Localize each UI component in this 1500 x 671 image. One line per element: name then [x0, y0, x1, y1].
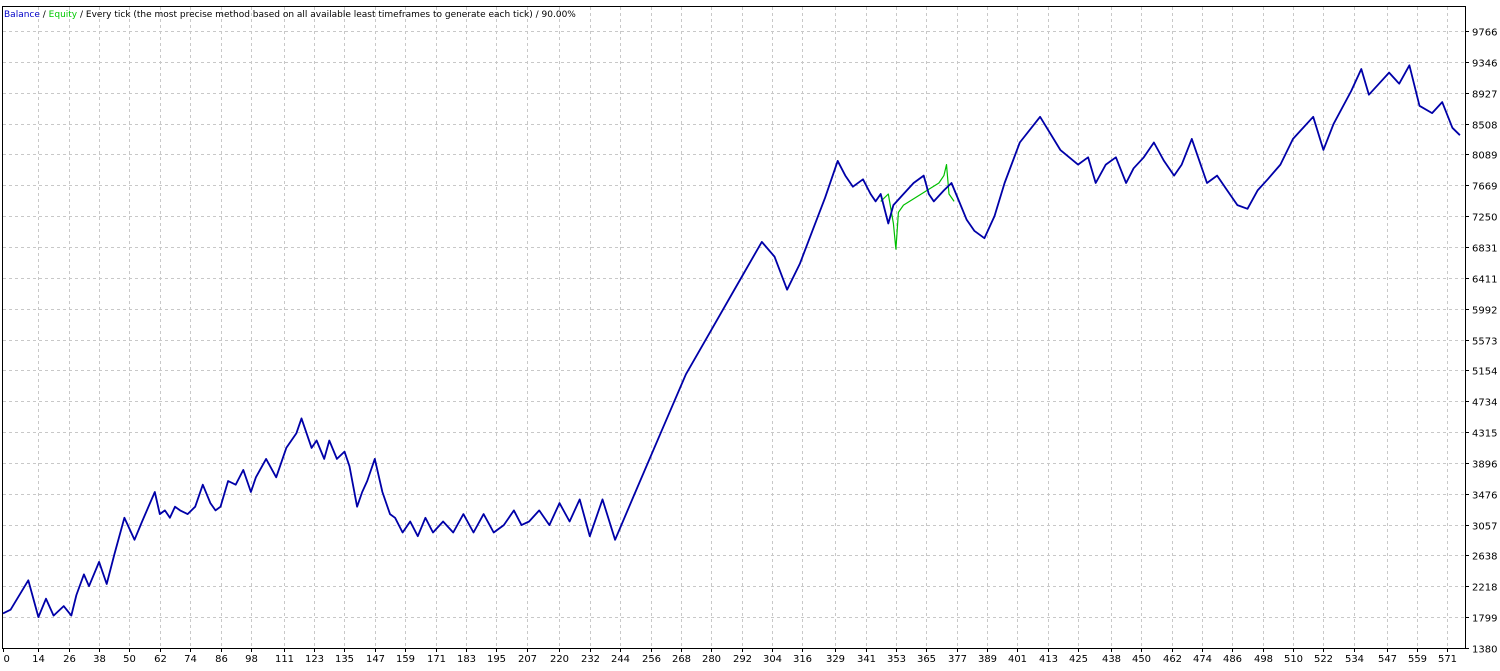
- x-tick-label: 510: [1284, 654, 1303, 665]
- x-tick-label: 425: [1069, 654, 1088, 665]
- y-tick-label: 3896: [1472, 460, 1497, 471]
- x-tick-label: 571: [1438, 654, 1457, 665]
- x-tick-label: 256: [642, 654, 661, 665]
- balance-equity-chart: 1380 1799 2218 2638 3057 3476 3896 4315 4734 5154…: [0, 0, 1500, 666]
- x-tick-label: 474: [1193, 654, 1212, 665]
- y-tick-label: 8508: [1472, 121, 1497, 132]
- x-tick-label: 147: [366, 654, 385, 665]
- x-tick-label: 498: [1254, 654, 1273, 665]
- legend-equity: Equity: [48, 10, 78, 20]
- y-tick-label: 3476: [1472, 491, 1497, 502]
- y-tick-label: 8089: [1472, 151, 1497, 162]
- x-tick-label: 341: [857, 654, 876, 665]
- y-tick-label: 4734: [1472, 398, 1497, 409]
- x-tick-label: 329: [826, 654, 845, 665]
- x-tick-label: 522: [1314, 654, 1333, 665]
- x-tick-label: 450: [1132, 654, 1151, 665]
- y-tick-label: 2638: [1472, 552, 1497, 563]
- x-tick-label: 220: [550, 654, 569, 665]
- x-tick-label: 438: [1102, 654, 1121, 665]
- x-tick-label: 62: [154, 654, 167, 665]
- x-tick-label: 462: [1163, 654, 1182, 665]
- x-tick-label: 304: [763, 654, 782, 665]
- x-tick-label: 183: [457, 654, 476, 665]
- legend-separator: /: [39, 10, 49, 20]
- chart-svg: 1380179922182638305734763896431547345154…: [0, 0, 1500, 666]
- y-tick-label: 1799: [1472, 614, 1497, 625]
- x-tick-label: 365: [917, 654, 936, 665]
- x-tick-label: 195: [487, 654, 506, 665]
- x-tick-label: 244: [611, 654, 630, 665]
- x-tick-label: 86: [215, 654, 228, 665]
- x-tick-label: 171: [427, 654, 446, 665]
- x-tick-label: 74: [184, 654, 197, 665]
- y-tick-label: 6411: [1472, 275, 1497, 286]
- x-tick-label: 389: [978, 654, 997, 665]
- x-tick-label: 26: [63, 654, 76, 665]
- x-tick-label: 559: [1408, 654, 1427, 665]
- y-tick-label: 9766: [1472, 28, 1497, 39]
- x-tick-label: 268: [672, 654, 691, 665]
- x-tick-label: 292: [733, 654, 752, 665]
- x-tick-label: 486: [1223, 654, 1242, 665]
- x-tick-label: 159: [396, 654, 415, 665]
- y-tick-label: 5154: [1472, 367, 1497, 378]
- x-tick-label: 280: [702, 654, 721, 665]
- y-tick-label: 4315: [1472, 429, 1497, 440]
- x-tick-label: 123: [305, 654, 324, 665]
- y-tick-label: 3057: [1472, 522, 1497, 533]
- legend-separator: /: [77, 10, 86, 20]
- y-tick-label: 5573: [1472, 337, 1497, 348]
- x-tick-label: 316: [793, 654, 812, 665]
- x-tick-label: 111: [275, 654, 294, 665]
- x-tick-label: 14: [32, 654, 45, 665]
- x-tick-label: 0: [4, 654, 10, 665]
- y-tick-label: 6831: [1472, 244, 1497, 255]
- x-tick-label: 50: [123, 654, 136, 665]
- x-tick-label: 232: [581, 654, 600, 665]
- x-tick-label: 38: [93, 654, 106, 665]
- x-tick-label: 547: [1378, 654, 1397, 665]
- y-tick-label: 5992: [1472, 306, 1497, 317]
- x-tick-label: 413: [1039, 654, 1058, 665]
- y-tick-label: 9346: [1472, 59, 1497, 70]
- x-tick-label: 98: [245, 654, 258, 665]
- legend-quality: 90.00%: [541, 10, 576, 20]
- y-tick-label: 1380: [1472, 645, 1497, 656]
- legend-method: Every tick (the most precise method base…: [85, 10, 533, 20]
- y-tick-label: 8927: [1472, 90, 1497, 101]
- x-tick-label: 207: [518, 654, 537, 665]
- y-tick-label: 7250: [1472, 213, 1497, 224]
- y-tick-label: 7669: [1472, 182, 1497, 193]
- legend-balance: Balance: [4, 10, 40, 20]
- chart-legend: Balance / Equity / Every tick (the most …: [4, 10, 576, 20]
- y-tick-label: 2218: [1472, 583, 1497, 594]
- x-tick-label: 377: [948, 654, 967, 665]
- legend-separator: /: [532, 10, 542, 20]
- x-tick-label: 534: [1345, 654, 1364, 665]
- x-tick-label: 401: [1008, 654, 1027, 665]
- x-tick-label: 135: [335, 654, 354, 665]
- x-tick-label: 353: [887, 654, 906, 665]
